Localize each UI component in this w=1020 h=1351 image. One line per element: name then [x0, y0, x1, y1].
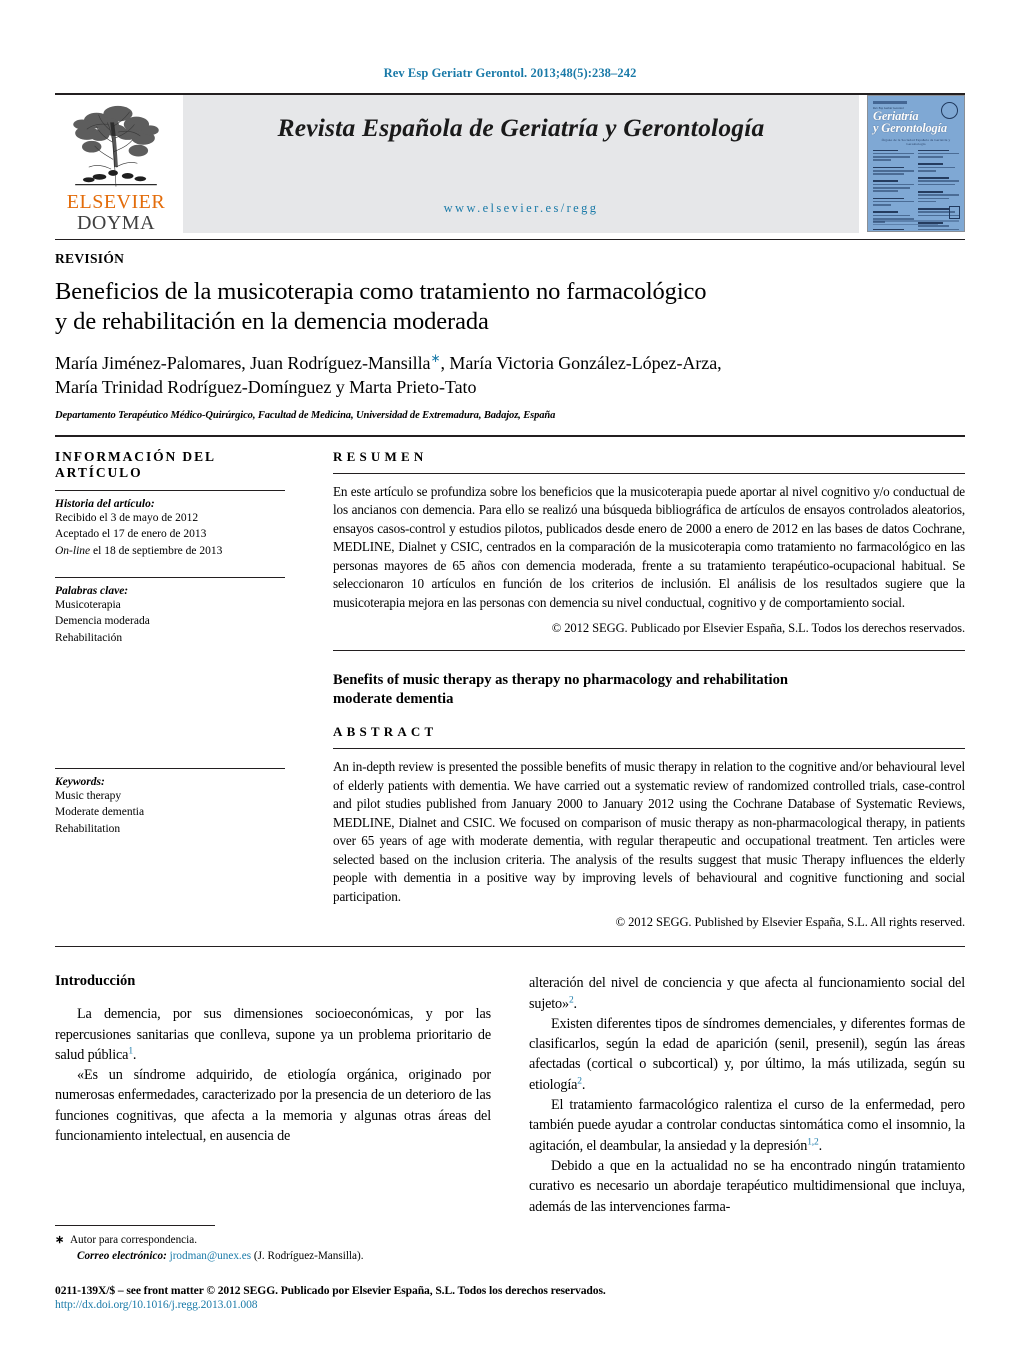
author-email-link[interactable]: jrodman@unex.es: [170, 1250, 251, 1262]
issn-copyright-line: 0211-139X/$ – see front matter © 2012 SE…: [55, 1284, 606, 1297]
author-list: María Jiménez-Palomares, Juan Rodríguez-…: [55, 351, 965, 400]
intro-p2-cont-end: .: [573, 995, 578, 1012]
paragraph: El tratamiento farmacológico ralentiza e…: [529, 1095, 965, 1156]
authors-line-1a: María Jiménez-Palomares, Juan Rodríguez-…: [55, 352, 431, 373]
keyword-en-1: Music therapy: [55, 789, 122, 802]
intro-p4-end: .: [818, 1137, 823, 1154]
article-title-line-2: y de rehabilitación en la demencia moder…: [55, 307, 489, 335]
body-column-left: Introducción La demencia, por sus dimens…: [55, 973, 491, 1217]
paragraph: alteración del nivel de conciencia y que…: [529, 973, 965, 1014]
email-author-name: (J. Rodríguez-Mansilla).: [253, 1250, 364, 1263]
resumen-copyright: © 2012 SEGG. Publicado por Elsevier Espa…: [551, 621, 965, 636]
resumen-text: En este artículo se profundiza sobre los…: [333, 483, 965, 610]
abstract-column: RESUMEN En este artículo se profundiza s…: [303, 437, 965, 931]
online-date: el 18 de septiembre de 2013: [90, 544, 223, 557]
article-history-label: Historia del artículo:: [55, 497, 155, 510]
article-type-label: REVISIÓN: [55, 251, 125, 266]
abstract-heading: ABSTRACT: [333, 724, 438, 740]
corresponding-author-text: Autor para correspondencia.: [69, 1234, 198, 1247]
article-body: Introducción La demencia, por sus dimens…: [55, 973, 965, 1217]
paragraph: Debido a que en la actualidad no se ha e…: [529, 1157, 965, 1215]
english-title-line-1: Benefits of music therapy as therapy no …: [333, 672, 788, 689]
email-note: Correo electrónico: jrodman@unex.es (J. …: [55, 1249, 495, 1265]
intro-p1-text: La demencia, por sus dimensiones socioec…: [55, 1006, 491, 1063]
elsevier-wordmark: ELSEVIER: [66, 191, 166, 214]
article-page: Rev Esp Geriatr Gerontol. 2013;48(5):238…: [0, 0, 1020, 1351]
keyword-en-2: Moderate dementia: [55, 806, 145, 819]
intro-p1-end: .: [132, 1046, 137, 1063]
history-online: On-line el 18 de septiembre de 2013: [55, 543, 285, 560]
article-title-line-1: Beneficios de la musicoterapia como trat…: [55, 278, 707, 305]
page-footer: 0211-139X/$ – see front matter © 2012 SE…: [55, 1284, 965, 1311]
footnote-star-marker: ∗: [55, 1234, 65, 1247]
section-heading-introduccion: Introducción: [55, 973, 136, 990]
abstract-block: INFORMACIÓN DEL ARTÍCULO Historia del ar…: [55, 434, 965, 931]
keyword-es-1: Musicoterapia: [55, 598, 121, 611]
abstract-copyright: © 2012 SEGG. Published by Elsevier Españ…: [615, 915, 966, 930]
doyma-wordmark: DOYMA: [76, 212, 156, 234]
cover-title-line2: y Gerontología: [873, 120, 947, 135]
running-head-citation: Rev Esp Geriatr Gerontol. 2013;48(5):238…: [383, 66, 637, 80]
online-label: On-line: [55, 544, 91, 557]
article-info-sidebar: INFORMACIÓN DEL ARTÍCULO Historia del ar…: [55, 437, 303, 931]
intro-p3-text: Existen diferentes tipos de síndromes de…: [529, 1015, 965, 1093]
paragraph: La demencia, por sus dimensiones socioec…: [55, 1004, 491, 1065]
keyword-en-3: Rehabilitation: [55, 823, 121, 835]
resumen-heading: RESUMEN: [333, 448, 428, 464]
history-received: Recibido el 3 de mayo de 2012: [55, 511, 199, 524]
keyword-es-2: Demencia moderada: [55, 615, 150, 628]
article-info-heading: INFORMACIÓN DEL ARTÍCULO: [55, 448, 216, 480]
journal-cover-thumbnail: Rev Esp Geriatr Gerontol Geriatría y Ger…: [867, 95, 965, 232]
intro-p2-cont-text: alteración del nivel de conciencia y que…: [529, 975, 965, 1012]
authors-line-2: María Trinidad Rodríguez-Domínguez y Mar…: [55, 376, 477, 397]
masthead-bottom-rule: [55, 239, 965, 240]
elsevier-tree-icon: [73, 105, 159, 187]
journal-masthead: ELSEVIER DOYMA Revista Española de Geria…: [55, 93, 965, 233]
journal-title-band: Revista Española de Geriatría y Gerontol…: [183, 95, 859, 233]
abstract-bottom-rule: [55, 946, 965, 948]
author-affiliation: Departamento Terapéutico Médico-Quirúrgi…: [55, 409, 556, 421]
corresponding-author-marker[interactable]: ∗: [431, 351, 441, 365]
cover-subtitle: Órgano de la Sociedad Española de Geriat…: [881, 137, 951, 146]
authors-line-1b: , María Victoria González-López-Arza,: [440, 352, 722, 373]
paragraph: «Es un síndrome adquirido, de etiología …: [55, 1067, 491, 1145]
paragraph: Existen diferentes tipos de síndromes de…: [529, 1014, 965, 1095]
journal-title: Revista Española de Geriatría y Gerontol…: [277, 113, 765, 142]
english-title: Benefits of music therapy as therapy no …: [333, 671, 965, 708]
citation-ref[interactable]: 1,2: [807, 1137, 819, 1147]
page-title: Beneficios de la musicoterapia como trat…: [55, 277, 965, 337]
doi-link[interactable]: http://dx.doi.org/10.1016/j.regg.2013.01…: [55, 1298, 965, 1311]
keyword-es-3: Rehabilitación: [55, 631, 123, 644]
corresponding-author-note: ∗ Autor para correspondencia.: [55, 1233, 495, 1249]
intro-p3-end: .: [581, 1076, 586, 1093]
journal-website-url[interactable]: www.elsevier.es/regg: [183, 201, 859, 216]
intro-p4-text: El tratamiento farmacológico ralentiza e…: [529, 1097, 965, 1154]
body-column-right: alteración del nivel de conciencia y que…: [529, 973, 965, 1217]
abstract-text: An in-depth review is presented the poss…: [333, 759, 965, 904]
keywords-es-label: Palabras clave:: [55, 584, 129, 597]
english-title-line-2: moderate dementia: [333, 690, 454, 707]
keywords-en-label: Keywords:: [55, 775, 105, 788]
history-accepted: Aceptado el 17 de enero de 2013: [55, 528, 207, 541]
cover-society-emblem-icon: [941, 102, 958, 119]
email-label: Correo electrónico:: [77, 1250, 167, 1263]
elsevier-doyma-logo: ELSEVIER DOYMA: [55, 95, 177, 233]
footnote-block: ∗ Autor para correspondencia. Correo ele…: [55, 1225, 495, 1265]
cover-index-badge: [949, 206, 960, 219]
